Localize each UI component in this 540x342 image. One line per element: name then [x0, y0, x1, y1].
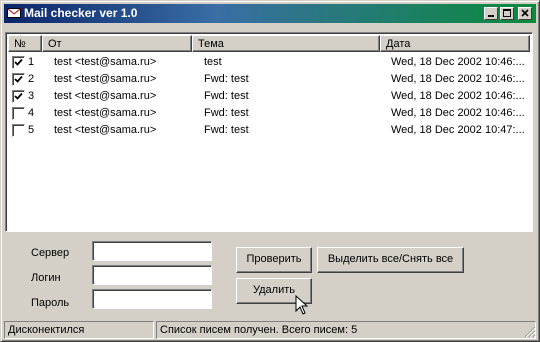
resize-grip-icon[interactable] [522, 324, 536, 338]
maximize-button[interactable] [500, 7, 514, 20]
cell-number: 5 [28, 124, 35, 136]
row-checkbox[interactable] [12, 56, 25, 69]
row-checkbox[interactable] [12, 124, 25, 137]
password-field[interactable] [92, 289, 212, 309]
minimize-icon [488, 15, 494, 17]
row-checkbox[interactable] [12, 107, 25, 120]
cell-subject: Fwd: test [204, 124, 249, 136]
cell-number: 3 [28, 90, 35, 102]
cell-date: Wed, 18 Dec 2002 10:46:... [391, 56, 525, 68]
checkmark-icon [14, 75, 23, 83]
table-row[interactable]: 2 test <test@sama.ru> Fwd: test Wed, 18 Dec… [8, 71, 530, 88]
message-list[interactable]: № От Тема Дата 1 test <test@sama.ru> test W… [5, 32, 533, 232]
server-field[interactable] [92, 241, 212, 261]
table-row[interactable]: 1 test <test@sama.ru> test Wed, 18 Dec 2002… [8, 54, 530, 71]
title-bar[interactable]: Mail checker ver 1.0 [4, 4, 536, 23]
mouse-cursor-icon [295, 295, 309, 315]
status-connection: Дисконектился [4, 321, 154, 339]
column-header-subject[interactable]: Тема [192, 35, 380, 52]
cell-from: test <test@sama.ru> [54, 107, 157, 119]
close-button[interactable] [518, 7, 532, 20]
cell-subject: Fwd: test [204, 107, 249, 119]
cell-from: test <test@sama.ru> [54, 90, 157, 102]
row-checkbox[interactable] [12, 90, 25, 103]
column-header-date[interactable]: Дата [380, 35, 530, 52]
cell-number: 1 [28, 56, 35, 68]
column-header-from[interactable]: От [42, 35, 192, 52]
main-window: Mail checker ver 1.0 № От Тема Дата 1 tes… [0, 0, 540, 342]
table-row[interactable]: 4 test <test@sama.ru> Fwd: test Wed, 18 Dec… [8, 105, 530, 122]
cell-date: Wed, 18 Dec 2002 10:46:... [391, 73, 525, 85]
login-field[interactable] [92, 265, 212, 285]
window-title: Mail checker ver 1.0 [24, 6, 138, 20]
cell-date: Wed, 18 Dec 2002 10:46:... [391, 107, 525, 119]
cell-from: test <test@sama.ru> [54, 73, 157, 85]
password-input[interactable] [95, 292, 207, 306]
minimize-button[interactable] [484, 7, 498, 20]
maximize-icon [503, 9, 511, 17]
column-header-number[interactable]: № [8, 35, 42, 52]
status-message: Список писем получен. Всего писем: 5 [156, 321, 536, 339]
table-row[interactable]: 5 test <test@sama.ru> Fwd: test Wed, 18 Dec… [8, 122, 530, 139]
select-all-button[interactable]: Выделить все/Снять все [317, 247, 464, 273]
checkmark-icon [14, 92, 23, 100]
cell-from: test <test@sama.ru> [54, 124, 157, 136]
login-label: Логин [31, 272, 61, 284]
cell-number: 4 [28, 107, 35, 119]
cell-date: Wed, 18 Dec 2002 10:47:... [391, 124, 525, 136]
cell-date: Wed, 18 Dec 2002 10:46:... [391, 90, 525, 102]
close-icon [521, 9, 529, 17]
checkmark-icon [14, 58, 23, 66]
row-checkbox[interactable] [12, 73, 25, 86]
cell-number: 2 [28, 73, 35, 85]
cell-subject: Fwd: test [204, 90, 249, 102]
table-row[interactable]: 3 test <test@sama.ru> Fwd: test Wed, 18 Dec… [8, 88, 530, 105]
cell-from: test <test@sama.ru> [54, 56, 157, 68]
server-input[interactable] [95, 244, 207, 258]
check-button[interactable]: Проверить [236, 247, 312, 273]
cell-subject: test [204, 56, 222, 68]
login-input[interactable] [95, 268, 207, 282]
password-label: Пароль [31, 297, 70, 309]
envelope-icon [7, 8, 21, 18]
server-label: Сервер [31, 247, 70, 259]
cell-subject: Fwd: test [204, 73, 249, 85]
